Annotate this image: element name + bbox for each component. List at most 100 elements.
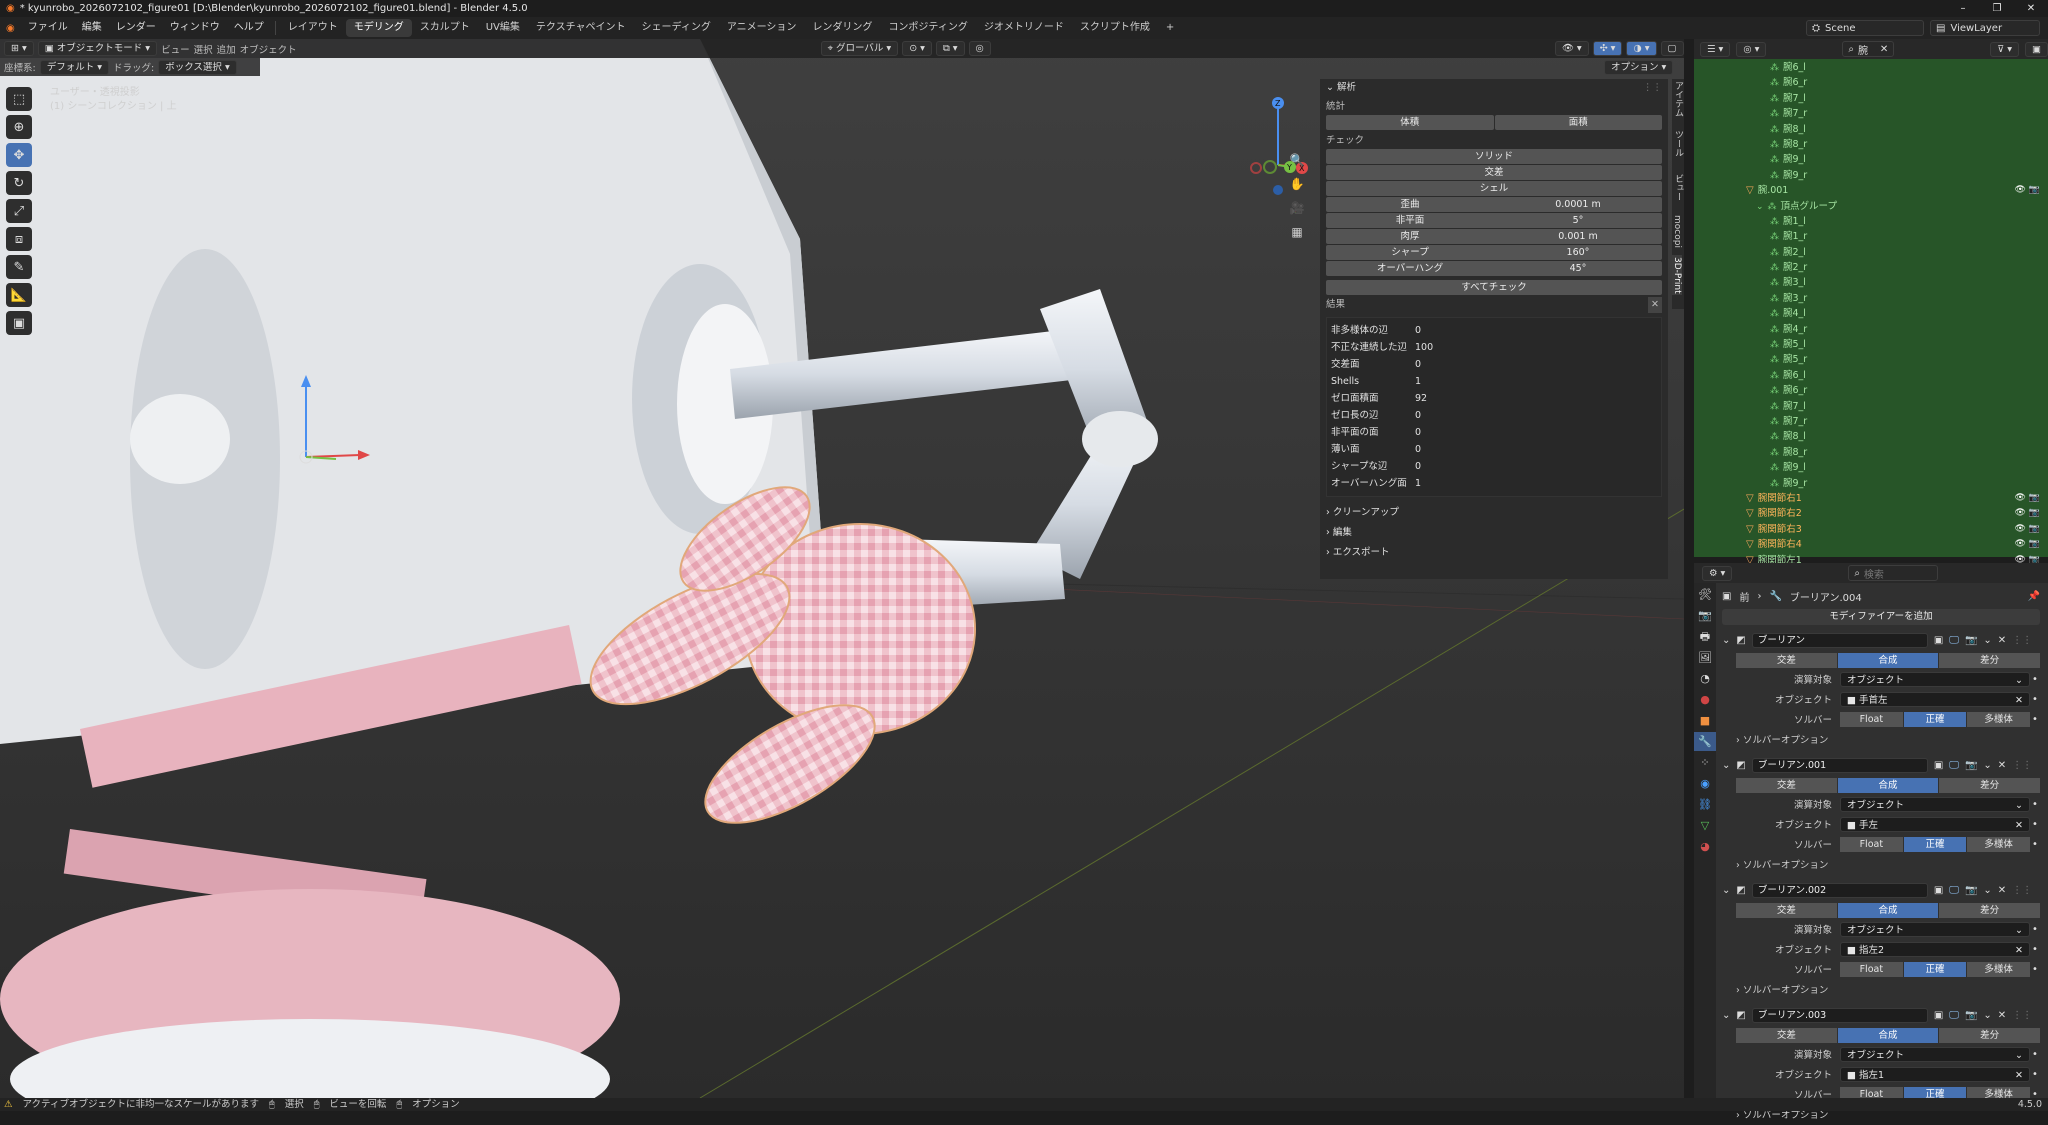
outliner-row[interactable]: ⁂ 腕1_r [1694, 229, 2048, 244]
pan-hand-icon[interactable]: ✋ [1286, 177, 1308, 197]
outliner-row[interactable]: ⁂ 腕2_l [1694, 245, 2048, 260]
modifier-tab-icon[interactable]: 🔧 [1694, 732, 1716, 751]
filter-icon[interactable]: ⊽ ▾ [1990, 41, 2020, 57]
outliner-row[interactable]: ▽ 腕関節右2 👁 📷 [1694, 506, 2048, 521]
outliner-row[interactable]: ⁂ 腕6_r [1694, 383, 2048, 398]
modifier-name-field[interactable]: ブーリアン.003 [1751, 1007, 1928, 1023]
chevron-down-icon[interactable]: ⌄ [1722, 760, 1730, 771]
prop-thickness[interactable]: 肉厚 0.001 m [1326, 229, 1662, 244]
operation-option[interactable]: 交差 [1736, 778, 1837, 793]
chevron-down-icon[interactable]: ⌄ [1983, 885, 1991, 896]
visibility-eye-icon[interactable]: 👁 📷 [2015, 506, 2041, 521]
area-button[interactable]: 面積 [1494, 115, 1662, 130]
outliner-row[interactable]: ⁂ 腕6_l [1694, 368, 2048, 383]
outliner-row[interactable]: ⁂ 腕7_r [1694, 106, 2048, 121]
outliner-row[interactable]: ▽ 腕関節右1 👁 📷 [1694, 491, 2048, 506]
mode-selector[interactable]: ▣ オブジェクトモード ▾ [37, 41, 158, 56]
maximize-button[interactable]: ❐ [1980, 0, 2014, 17]
tab-view[interactable]: ビュー [1672, 167, 1685, 207]
drag-handle-icon[interactable]: ⋮⋮ [1643, 79, 1662, 97]
operand-type-select[interactable]: オブジェクト ⌄ [1840, 671, 2030, 687]
tab-compositing[interactable]: コンポジティング [880, 19, 975, 37]
transform-orientation[interactable]: ⌖ グローバル ▾ [820, 41, 899, 56]
tab-animation[interactable]: アニメーション [719, 19, 805, 37]
outliner-row[interactable]: ⁂ 腕1_l [1694, 214, 2048, 229]
tool-tab-icon[interactable]: 🛠 [1694, 585, 1716, 604]
tab-layout[interactable]: レイアウト [280, 19, 346, 37]
tab-tool[interactable]: ツール [1672, 123, 1685, 163]
drag-selector[interactable]: ボックス選択 ▾ [158, 59, 237, 75]
object-field[interactable]: ■ 指左1 ✕ [1840, 1066, 2030, 1082]
visibility-button[interactable]: 👁 ▾ [1554, 41, 1589, 56]
operation-option[interactable]: 交差 [1736, 1028, 1837, 1043]
solver-option[interactable]: Float [1840, 961, 1903, 977]
render-toggle-icon[interactable]: 📷 [1965, 635, 1977, 646]
render-tab-icon[interactable]: 📷 [1694, 606, 1716, 625]
object-field[interactable]: ■ 手首左 ✕ [1840, 691, 2030, 707]
outliner-row[interactable]: ⌄ ⁂ 頂点グループ [1694, 199, 2048, 214]
result-row[interactable]: 薄い面 0 [1331, 441, 1657, 458]
tab-mocopi[interactable]: mocopi [1672, 211, 1682, 251]
panel-cleanup[interactable]: › クリーンアップ [1326, 503, 1662, 523]
viewport-toggle-icon[interactable]: 🖵 [1949, 635, 1959, 646]
result-row[interactable]: ゼロ面積面 92 [1331, 390, 1657, 407]
visibility-eye-icon[interactable]: 👁 📷 [2015, 491, 2041, 506]
overlay-toggle[interactable]: ◑ ▾ [1626, 41, 1657, 56]
tab-texture-paint[interactable]: テクスチャペイント [528, 19, 634, 37]
physics-tab-icon[interactable]: ◉ [1694, 774, 1716, 793]
minimize-button[interactable]: – [1946, 0, 1980, 17]
viewport-toggle-icon[interactable]: 🖵 [1949, 1010, 1959, 1021]
remove-modifier-icon[interactable]: ✕ [1998, 760, 2006, 771]
gizmo-neg-x[interactable] [1250, 162, 1262, 174]
rotate-tool[interactable]: ↻ [6, 171, 32, 195]
outliner-row[interactable]: ⁂ 腕4_r [1694, 322, 2048, 337]
solver-option[interactable]: 正確 [1903, 711, 1967, 727]
outliner-row[interactable]: ⁂ 腕5_r [1694, 352, 2048, 367]
new-collection-icon[interactable]: ▣ [2025, 41, 2048, 57]
outliner-row[interactable]: ⁂ 腕6_r [1694, 75, 2048, 90]
display-mode[interactable]: ◎ ▾ [1736, 41, 1767, 57]
clear-result-icon[interactable]: ✕ [1648, 297, 1662, 313]
outliner-row[interactable]: ⁂ 腕3_r [1694, 291, 2048, 306]
prop-nonplanar[interactable]: 非平面 5° [1326, 213, 1662, 228]
blender-menu-icon[interactable]: ◉ [0, 23, 21, 34]
clear-object-icon[interactable]: ✕ [2015, 943, 2023, 956]
properties-editor-type[interactable]: ⚙ ▾ [1702, 565, 1733, 581]
operand-type-select[interactable]: オブジェクト ⌄ [1840, 921, 2030, 937]
outliner-row[interactable]: ⁂ 腕8_l [1694, 122, 2048, 137]
menu-object[interactable]: オブジェクト [240, 42, 297, 56]
measure-tool[interactable]: 📐 [6, 283, 32, 307]
outliner-row[interactable]: ⁂ 腕3_l [1694, 275, 2048, 290]
operation-option[interactable]: 合成 [1837, 903, 1939, 918]
tab-rendering[interactable]: レンダリング [804, 19, 880, 37]
editmode-toggle-icon[interactable]: ▣ [1934, 1010, 1943, 1021]
menu-file[interactable]: ファイル [21, 17, 75, 39]
result-row[interactable]: オーバーハング面 1 [1331, 475, 1657, 492]
add-workspace-button[interactable]: + [1158, 19, 1182, 37]
operation-option[interactable]: 差分 [1939, 1028, 2041, 1043]
outliner-row[interactable]: ⁂ 腕7_r [1694, 414, 2048, 429]
chevron-down-icon[interactable]: ⌄ [1722, 885, 1730, 896]
material-tab-icon[interactable]: ◕ [1694, 837, 1716, 856]
snap-button[interactable]: ⧉ ▾ [935, 41, 965, 56]
outliner-row[interactable]: ⁂ 腕2_r [1694, 260, 2048, 275]
outliner-row[interactable]: ⁂ 腕7_l [1694, 399, 2048, 414]
menu-render[interactable]: レンダー [109, 17, 163, 39]
coord-selector[interactable]: デフォルト ▾ [39, 59, 110, 75]
tab-item[interactable]: アイテム [1672, 79, 1685, 119]
camera-icon[interactable]: 🎥 [1286, 201, 1308, 221]
clear-object-icon[interactable]: ✕ [2015, 818, 2023, 831]
properties-search[interactable]: ⌕ 検索 [1848, 565, 1939, 581]
object-field[interactable]: ■ 手左 ✕ [1840, 816, 2030, 832]
outliner-row[interactable]: ▽ 腕関節右4 👁 📷 [1694, 537, 2048, 552]
chevron-down-icon[interactable]: ⌄ [1722, 635, 1730, 646]
view-layer-tab-icon[interactable]: 🖼 [1694, 648, 1716, 667]
render-toggle-icon[interactable]: 📷 [1965, 760, 1977, 771]
close-button[interactable]: ✕ [2014, 0, 2048, 17]
result-row[interactable]: 不正な連続した辺 100 [1331, 339, 1657, 356]
prop-sharp[interactable]: シャープ 160° [1326, 245, 1662, 260]
modifier-name-field[interactable]: ブーリアン [1751, 632, 1928, 648]
data-tab-icon[interactable]: ▽ [1694, 816, 1716, 835]
cursor-tool[interactable]: ⊕ [6, 115, 32, 139]
menu-select[interactable]: 選択 [194, 42, 213, 56]
